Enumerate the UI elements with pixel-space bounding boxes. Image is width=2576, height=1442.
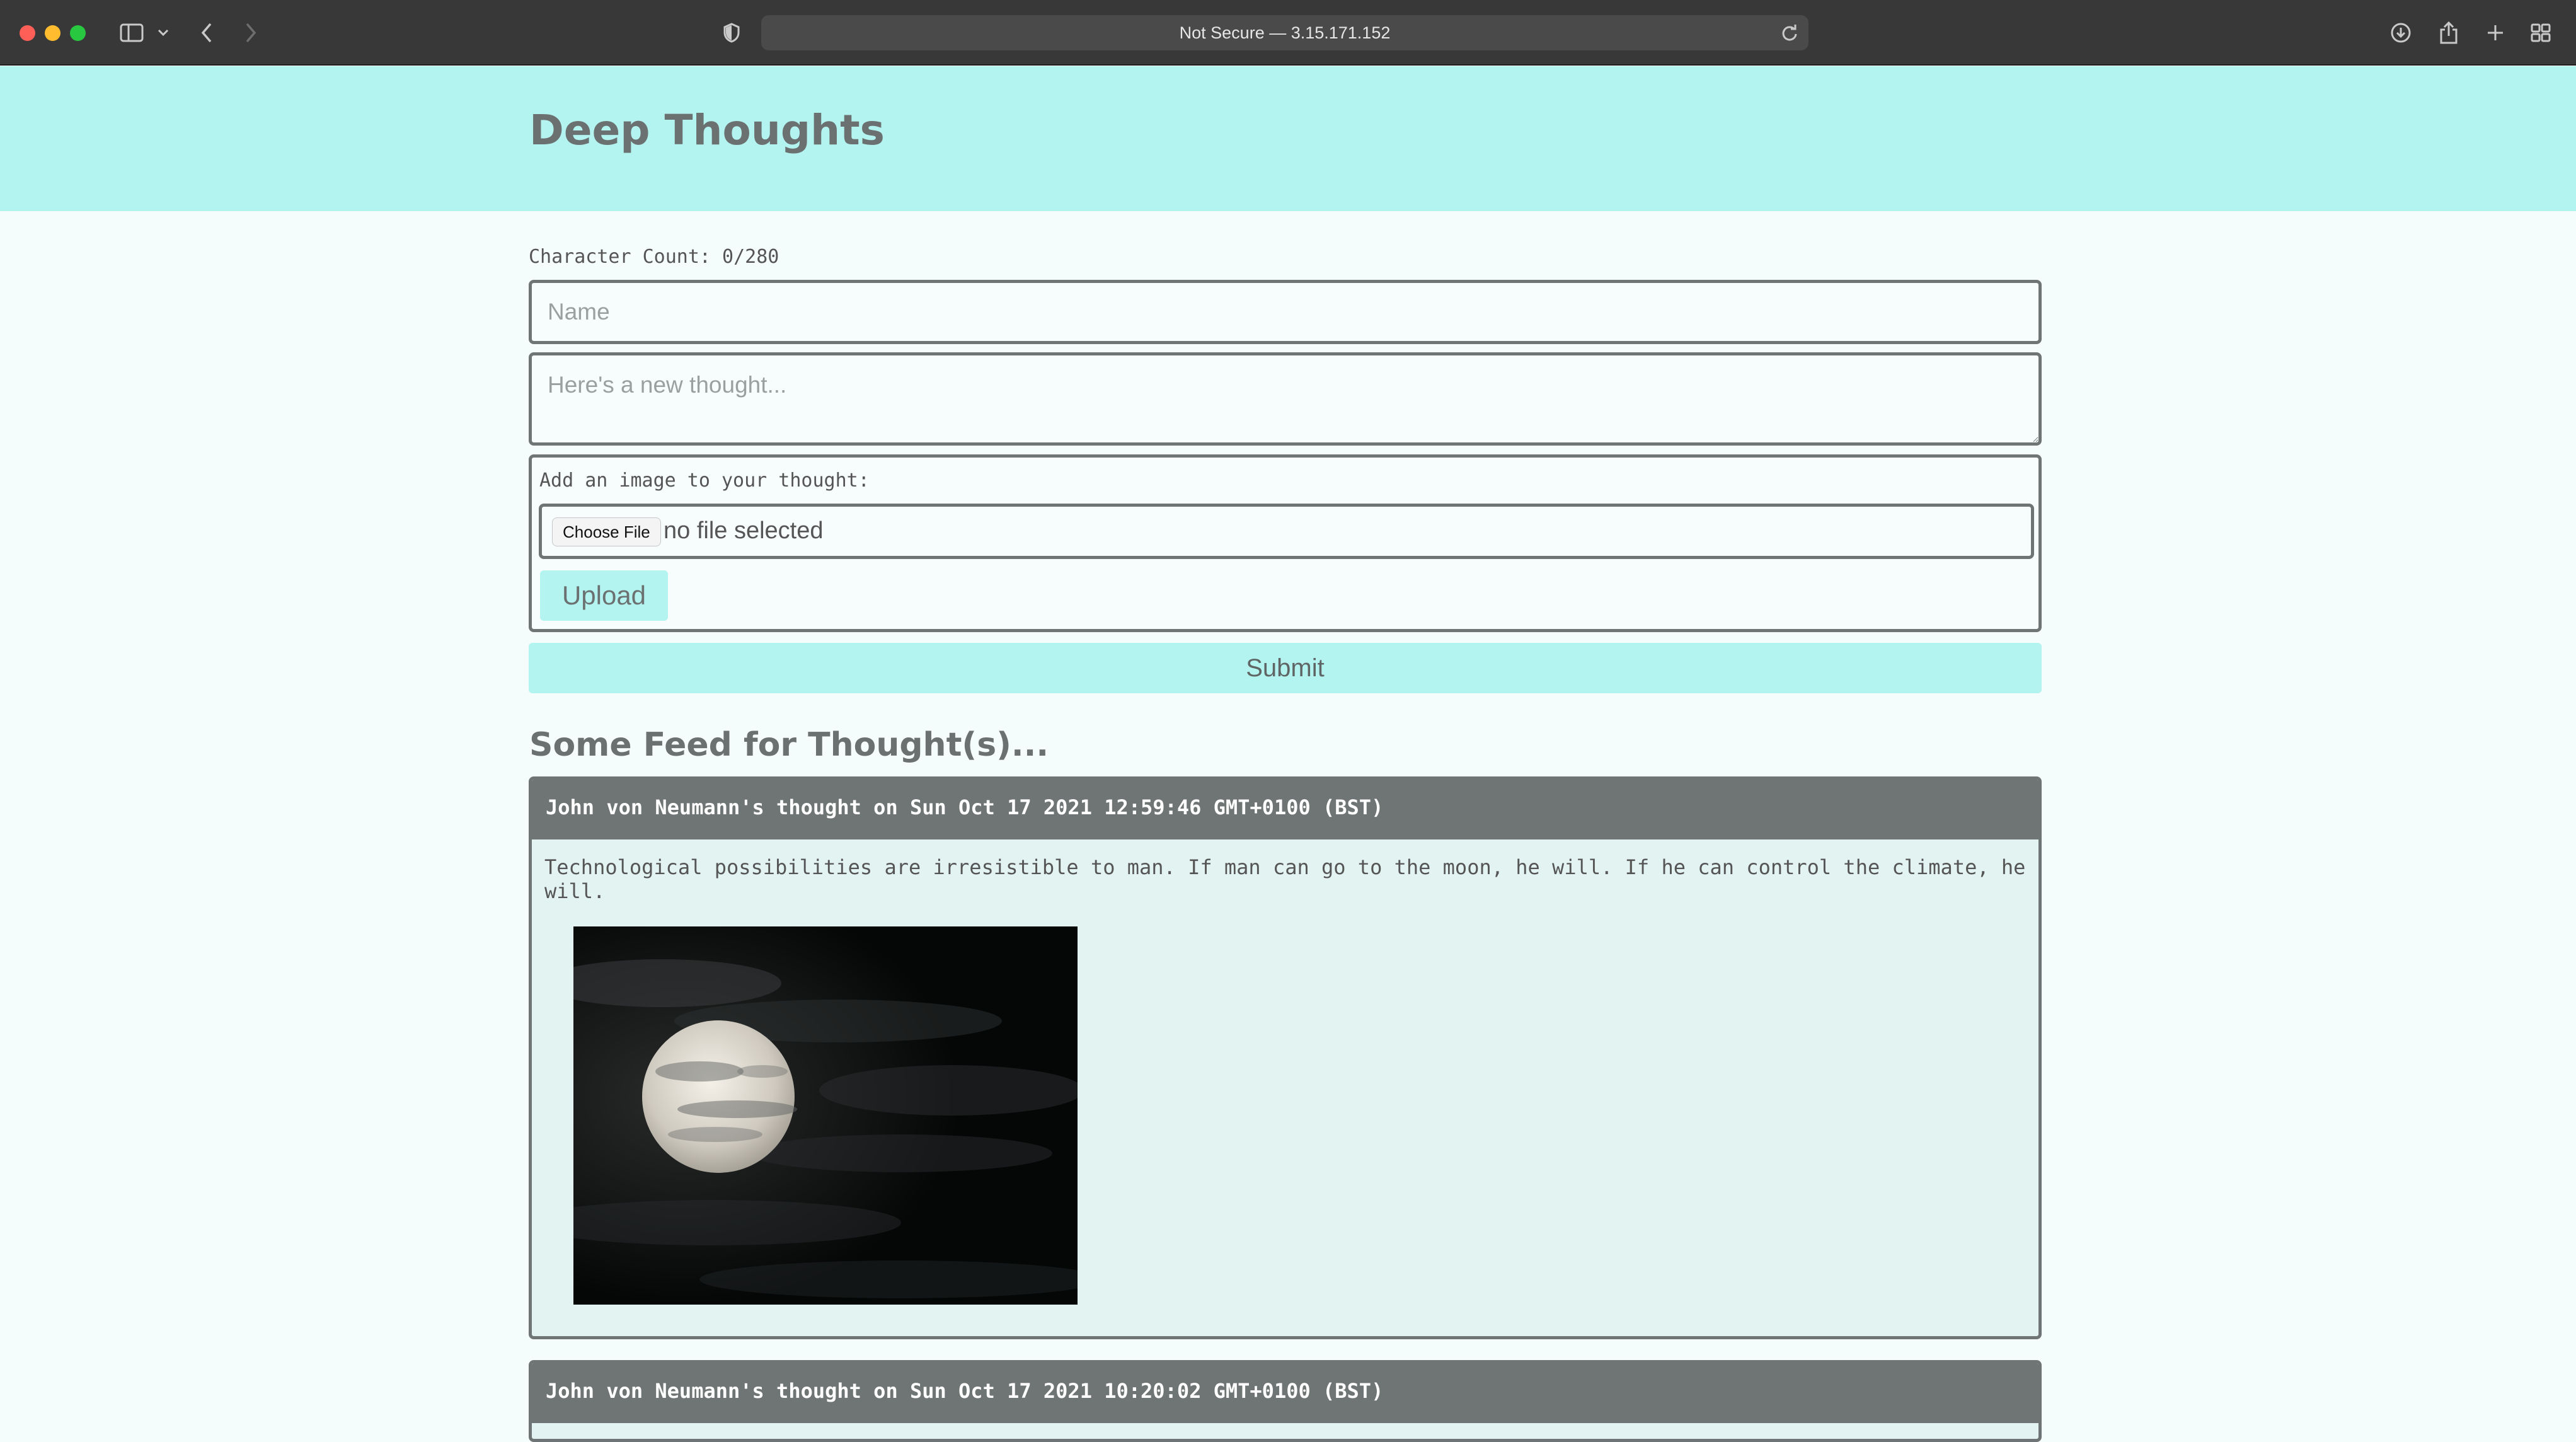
minimize-window-button[interactable] (45, 25, 60, 41)
address-text: Not Secure — 3.15.171.152 (1179, 23, 1391, 42)
name-input[interactable] (529, 280, 2042, 344)
forward-arrow-icon[interactable] (239, 14, 262, 52)
image-upload-label: Add an image to your thought: (539, 470, 870, 492)
thought-textarea[interactable] (529, 352, 2042, 446)
character-count: Character Count: 0/280 (529, 246, 779, 268)
thought-heading-link[interactable]: John von Neumann's thought on Sun Oct 17… (532, 1363, 2038, 1423)
new-tab-icon[interactable] (2483, 14, 2508, 52)
file-input[interactable]: Choose File no file selected (539, 504, 2034, 559)
zoom-window-button[interactable] (70, 25, 86, 41)
sidebar-toggle-icon[interactable] (116, 14, 147, 52)
file-status-text: no file selected (664, 517, 824, 544)
thought-card: John von Neumann's thought on Sun Oct 17… (529, 1360, 2042, 1442)
address-bar[interactable]: Not Secure — 3.15.171.152 (761, 15, 1808, 50)
feed-title: Some Feed for Thought(s)... (529, 726, 1049, 764)
thought-text: Technological possibilities are irresist… (544, 855, 2026, 903)
browser-toolbar: Not Secure — 3.15.171.152 (0, 0, 2576, 66)
back-arrow-icon[interactable] (195, 14, 218, 52)
privacy-shield-icon[interactable] (721, 14, 742, 52)
thought-image-moon (573, 926, 1078, 1305)
close-window-button[interactable] (20, 25, 35, 41)
choose-file-button[interactable]: Choose File (552, 517, 661, 546)
tab-overview-icon[interactable] (2528, 14, 2553, 52)
chevron-down-icon[interactable] (155, 14, 171, 52)
submit-button[interactable]: Submit (529, 643, 2042, 693)
share-icon[interactable] (2436, 14, 2461, 52)
thought-heading-link[interactable]: John von Neumann's thought on Sun Oct 17… (532, 780, 2038, 839)
upload-button[interactable]: Upload (540, 570, 668, 621)
downloads-icon[interactable] (2388, 14, 2413, 52)
thought-card: John von Neumann's thought on Sun Oct 17… (529, 776, 2042, 1339)
site-title[interactable]: Deep Thoughts (529, 106, 885, 154)
image-upload-form: Add an image to your thought: Choose Fil… (529, 454, 2042, 632)
reload-icon[interactable] (1781, 24, 1798, 45)
site-header (0, 66, 2576, 211)
